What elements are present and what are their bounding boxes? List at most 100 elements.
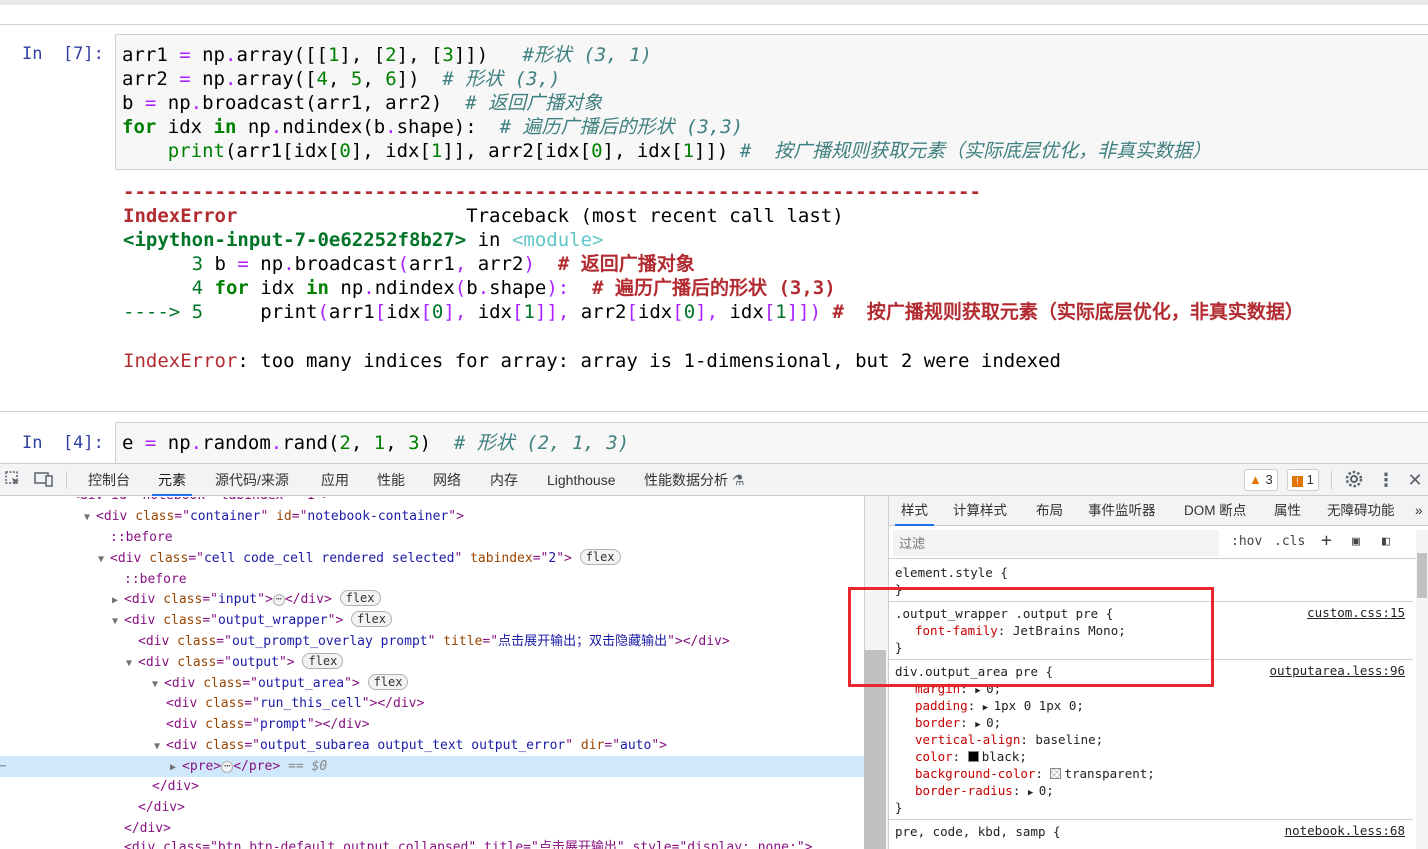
tag-name: <div (164, 676, 196, 691)
code-cell-4-editor[interactable]: e = np.random.rand(2, 1, 3) # 形状 (2, 1, … (115, 422, 1428, 463)
css-declaration[interactable]: padding: ▶ 1px 0 1px 0; (915, 697, 1084, 714)
expand-shorthand-icon[interactable]: ▶ (983, 703, 994, 713)
hover-state-toggle[interactable]: :hov (1231, 534, 1262, 549)
dom-tree-node[interactable]: ▶ <div class="input"> ⋯ </div> flex (0, 589, 864, 610)
dom-tree-node[interactable]: ▼ <div class="output_area"> flex (0, 673, 864, 694)
dom-tree-node[interactable]: <div class="prompt"></div> (0, 714, 864, 735)
tab-performance-insights[interactable]: 性能数据分析 ⚗ (644, 464, 744, 496)
tab-dom-breakpoints[interactable]: DOM 断点 (1184, 496, 1246, 526)
dom-tree-node[interactable]: <div class="run_this_cell"></div> (0, 693, 864, 714)
attr-value: notebook-container (307, 509, 449, 524)
tab-application[interactable]: 应用 (321, 464, 349, 496)
toolbar-divider (66, 471, 67, 489)
css-value[interactable]: 0; (1039, 783, 1054, 798)
expand-shorthand-icon[interactable]: ▶ (975, 720, 986, 730)
class-toggle[interactable]: .cls (1274, 534, 1305, 549)
tab-layout[interactable]: 布局 (1036, 496, 1063, 526)
styles-filter-input[interactable] (893, 530, 1219, 556)
css-value[interactable]: transparent; (1064, 766, 1154, 781)
css-selector[interactable]: pre, code, kbd, samp { (895, 823, 1061, 840)
css-value[interactable]: black; (982, 749, 1027, 764)
tab-sources[interactable]: 源代码/来源 (215, 464, 289, 496)
css-property[interactable]: padding (915, 698, 968, 713)
css-source-link[interactable]: notebook.less:68 (1285, 823, 1405, 838)
dom-tree-node[interactable]: </div> (0, 797, 864, 818)
css-property[interactable]: vertical-align (915, 732, 1020, 747)
attr-value: output (231, 655, 279, 670)
dom-tree-node[interactable]: ⋯ ▶ <pre> ⋯ </pre> == $0 (0, 756, 864, 777)
css-property[interactable]: border (915, 715, 960, 730)
transparent-swatch[interactable] (1050, 768, 1062, 779)
close-devtools-icon[interactable]: ✕ (1405, 470, 1425, 490)
tab-event-listeners[interactable]: 事件监听器 (1088, 496, 1156, 526)
issues-badge[interactable]: ! 1 (1287, 469, 1319, 491)
css-declaration[interactable]: vertical-align: baseline; (915, 731, 1103, 748)
dom-tree-node[interactable]: ▼ <div class="output_wrapper"> flex (0, 610, 864, 631)
tab-lighthouse[interactable]: Lighthouse (547, 464, 616, 496)
css-value[interactable]: 0; (986, 715, 1001, 730)
tab-console[interactable]: 控制台 (88, 464, 130, 496)
css-property[interactable]: color (915, 749, 953, 764)
node-text: <div class="btn btn-default output_colla… (124, 840, 813, 849)
styles-scrollbar-thumb[interactable] (1417, 553, 1427, 598)
elements-tree[interactable]: <div id="notebook" tabindex="-1"> ▼ <div … (0, 497, 864, 849)
row-ellipsis-icon: ⋯ (0, 761, 7, 772)
warning-icon: ▲ (1249, 472, 1262, 487)
css-property[interactable]: border-radius (915, 783, 1013, 798)
more-tabs-chevron-icon[interactable]: » (1415, 496, 1423, 526)
notebook-area: In [7]: arr1 = np.array([[1], [2], [3]])… (0, 0, 1428, 463)
attr-value: out_prompt_overlay prompt (231, 634, 428, 649)
dom-tree-node[interactable]: ::before (0, 527, 864, 548)
expand-shorthand-icon[interactable]: ▶ (975, 686, 986, 696)
tab-styles[interactable]: 样式 (895, 496, 934, 526)
flex-badge: flex (579, 549, 621, 565)
dom-tree-node[interactable]: <div id="notebook" tabindex="-1"> (0, 497, 864, 506)
settings-gear-icon[interactable] (1344, 470, 1364, 490)
color-swatch[interactable] (967, 751, 979, 762)
tag-name: <div (138, 655, 170, 670)
collapsed-ellipsis: ⋯ (272, 594, 285, 606)
css-value[interactable]: baseline; (1035, 732, 1103, 747)
dom-tree-node[interactable]: ::before (0, 569, 864, 590)
dom-tree-node[interactable]: </div> (0, 818, 864, 839)
dom-tree-node[interactable]: <div class="out_prompt_overlay prompt" t… (0, 631, 864, 652)
element-state-icon[interactable]: ▣ (1352, 534, 1360, 549)
css-declaration[interactable]: color: black; (915, 748, 1027, 765)
css-source-link[interactable]: custom.css:15 (1307, 605, 1405, 620)
css-property[interactable]: background-color (915, 766, 1035, 781)
css-declaration[interactable]: background-color: transparent; (915, 765, 1155, 782)
tab-elements[interactable]: 元素 (152, 464, 192, 496)
traceback-label: Traceback (most recent call last) (466, 205, 844, 227)
css-value[interactable]: 1px 0 1px 0; (994, 698, 1084, 713)
css-rule[interactable]: pre, code, kbd, samp { notebook.less:68 (889, 821, 1413, 844)
tag-name: <div (166, 738, 198, 753)
code-cell-7-editor[interactable]: arr1 = np.array([[1], [2], [3]]) #形状 (3,… (115, 34, 1428, 170)
dom-tree-node[interactable]: ▼ <div class="cell code_cell rendered se… (0, 548, 864, 569)
tag-name: <pre (182, 759, 214, 774)
css-declaration[interactable]: border: ▶ 0; (915, 714, 1001, 731)
css-selector[interactable]: element.style { (895, 564, 1008, 581)
tab-accessibility[interactable]: 无障碍功能 (1327, 496, 1395, 526)
tab-properties[interactable]: 属性 (1274, 496, 1301, 526)
attr-value: 点击展开输出；双击隐藏输出 (498, 634, 668, 649)
css-source-link[interactable]: outputarea.less:96 (1270, 663, 1405, 678)
tab-computed[interactable]: 计算样式 (953, 496, 1007, 526)
attr-name: class (205, 738, 245, 753)
device-toolbar-icon[interactable] (34, 470, 54, 490)
dom-tree-node[interactable]: ▼ <div class="output_subarea output_text… (0, 735, 864, 756)
expand-shorthand-icon[interactable]: ▶ (1028, 788, 1039, 798)
css-declaration[interactable]: border-radius: ▶ 0; (915, 782, 1054, 799)
tab-network[interactable]: 网络 (433, 464, 461, 496)
tab-memory[interactable]: 内存 (490, 464, 518, 496)
add-rule-plus-icon[interactable]: + (1321, 530, 1332, 551)
more-options-icon[interactable]: ⋮ (1376, 470, 1396, 490)
dom-tree-node[interactable]: ▼ <div class="container" id="notebook-co… (0, 506, 864, 527)
tab-performance[interactable]: 性能 (377, 464, 405, 496)
toggle-sidebar-icon[interactable]: ◧ (1382, 534, 1390, 549)
inspect-element-icon[interactable] (3, 470, 23, 490)
warning-badge[interactable]: ▲ 3 (1244, 469, 1278, 491)
dom-tree-node[interactable]: <div class="btn btn-default output_colla… (0, 837, 864, 849)
closing-tag: </div> (682, 634, 730, 649)
dom-tree-node[interactable]: ▼ <div class="output"> flex (0, 652, 864, 673)
dom-tree-node[interactable]: </div> (0, 776, 864, 797)
